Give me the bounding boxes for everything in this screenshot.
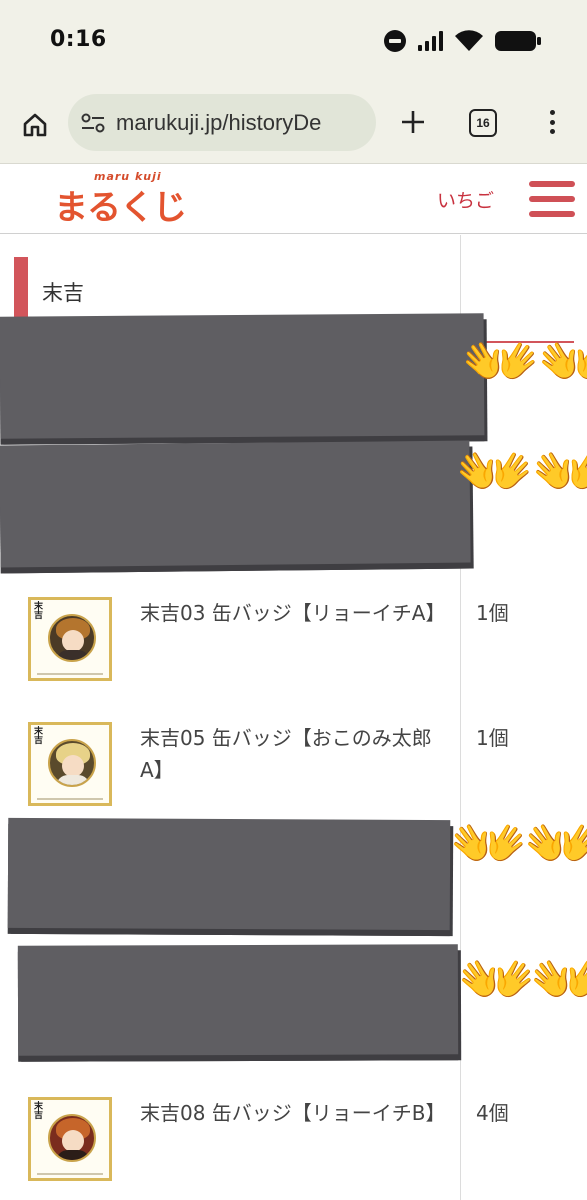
redaction-block [17, 944, 459, 1056]
item-thumbnail[interactable]: 末吉 [28, 597, 112, 681]
hamburger-line [529, 211, 575, 217]
redaction-block [0, 313, 485, 439]
item-name: 末吉05 缶バッジ【おこのみ太郎A】 [140, 726, 432, 782]
site-settings-icon[interactable] [80, 112, 106, 134]
character-face [62, 755, 84, 777]
waving-hands-emoji: 👐 [456, 435, 533, 508]
waving-hands-emoji: 👐 [462, 325, 539, 398]
history-item-row: 末吉 末吉03 缶バッジ【リョーイチA】 1個 [0, 597, 587, 707]
item-name: 末吉03 缶バッジ【リョーイチA】 [140, 601, 446, 625]
cell-signal-icon [418, 31, 443, 51]
waving-hands-emoji: 👐 [538, 325, 587, 398]
section-header: 末吉 [14, 257, 574, 343]
tab-switcher-button[interactable]: 16 [469, 109, 497, 137]
waving-hands-emoji: 👐 [458, 943, 535, 1016]
plus-icon [402, 111, 424, 133]
browser-toolbar: marukuji.jp/historyDe 16 [0, 86, 587, 164]
character-body [56, 775, 90, 785]
item-quantity: 1個 [476, 726, 509, 750]
item-thumbnail[interactable]: 末吉 [28, 1097, 112, 1181]
waving-hands-emoji: 👐 [450, 807, 527, 880]
history-detail-content: 末吉 👐 👐 👐 👐 末吉 末吉03 缶バッジ【リョーイチA】 1個 末吉 末吉… [0, 235, 587, 1200]
home-button[interactable] [18, 108, 52, 142]
redaction-block [7, 817, 451, 931]
status-icons [384, 30, 541, 52]
status-bar: 0:16 [0, 0, 587, 86]
history-item-row: 末吉 末吉08 缶バッジ【リョーイチB】 4個 [0, 1097, 587, 1200]
status-time: 0:16 [50, 27, 107, 52]
new-tab-button[interactable] [397, 106, 429, 138]
url-text: marukuji.jp/historyDe [116, 109, 322, 135]
browser-menu-button[interactable] [544, 106, 560, 138]
character-body [56, 1150, 90, 1160]
character-body [56, 650, 90, 660]
thumbnail-caption-line [37, 673, 103, 675]
redaction-block [0, 440, 471, 568]
hamburger-line [529, 181, 575, 187]
character-face [62, 1130, 84, 1152]
thumbnail-rank-tag: 末吉 [34, 1102, 44, 1121]
can-badge-image [48, 1114, 96, 1162]
hamburger-menu-button[interactable] [529, 181, 575, 217]
waving-hands-emoji: 👐 [530, 943, 587, 1016]
can-badge-image [48, 739, 96, 787]
thumbnail-rank-tag: 末吉 [34, 602, 44, 621]
waving-hands-emoji: 👐 [532, 435, 587, 508]
item-quantity: 4個 [476, 1101, 509, 1125]
item-thumbnail[interactable]: 末吉 [28, 722, 112, 806]
hamburger-line [529, 196, 575, 202]
menu-dot-icon [549, 119, 555, 125]
waving-hands-emoji: 👐 [524, 807, 587, 880]
site-header: maru kuji まるくじ いちご [0, 164, 587, 234]
home-icon [23, 113, 47, 137]
item-quantity: 1個 [476, 601, 509, 625]
site-logo[interactable]: maru kuji まるくじ [50, 168, 187, 228]
wifi-icon [455, 30, 483, 52]
address-bar[interactable]: marukuji.jp/historyDe [68, 94, 376, 151]
thumbnail-caption-line [37, 1173, 103, 1175]
thumbnail-caption-line [37, 798, 103, 800]
section-accent-bar [14, 257, 28, 319]
battery-icon [495, 30, 541, 52]
user-name[interactable]: いちご [437, 186, 494, 213]
item-name: 末吉08 缶バッジ【リョーイチB】 [140, 1101, 446, 1125]
menu-dot-icon [549, 129, 555, 134]
menu-dot-icon [549, 110, 555, 115]
thumbnail-rank-tag: 末吉 [34, 727, 44, 746]
character-face [62, 630, 84, 652]
can-badge-image [48, 614, 96, 662]
section-title: 末吉 [42, 281, 84, 305]
do-not-disturb-icon [384, 30, 406, 52]
logo-wordmark: まるくじ [54, 188, 187, 228]
